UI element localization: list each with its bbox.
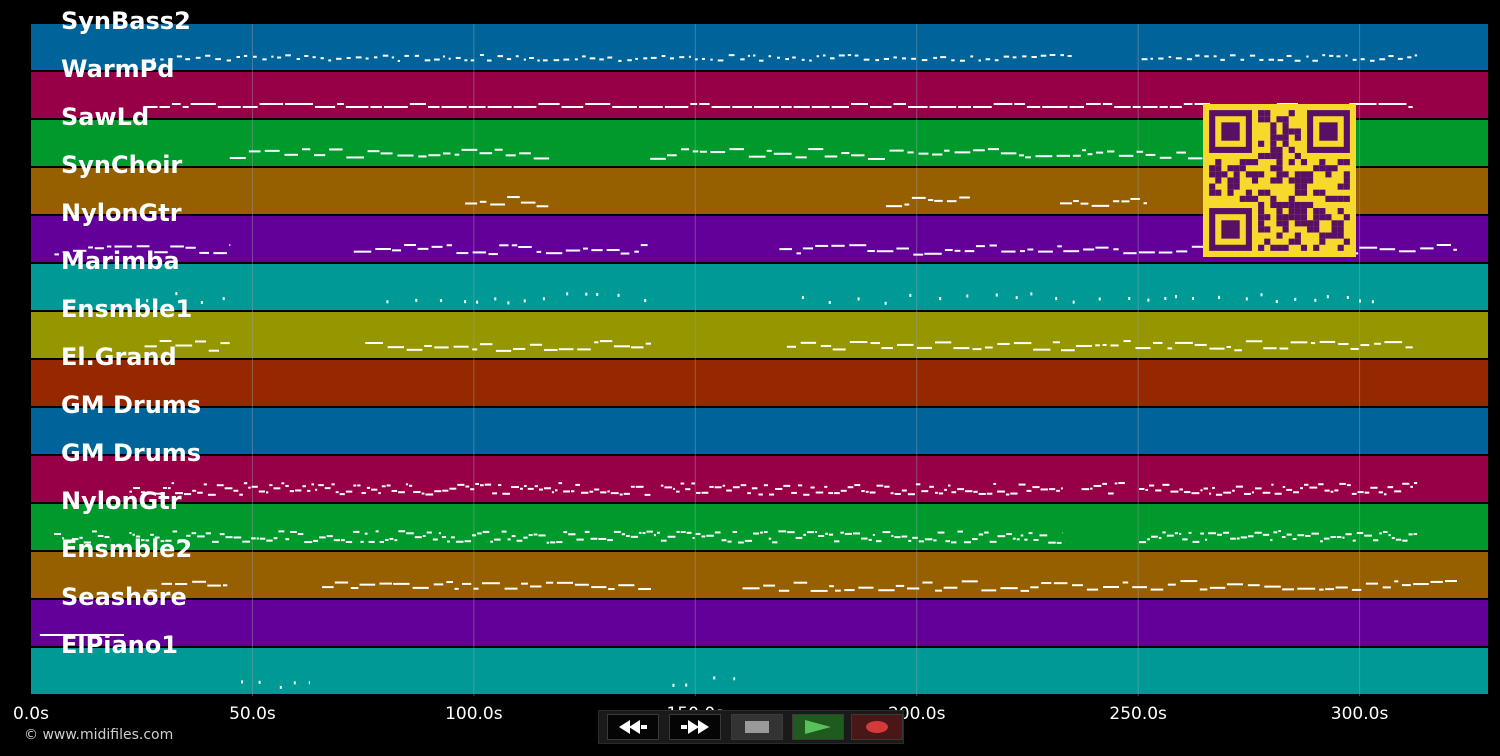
time-axis-label: 300.0s xyxy=(1330,704,1389,724)
transport-controls xyxy=(598,710,904,744)
rewind-button[interactable] xyxy=(607,714,659,740)
track-label: WarmPd xyxy=(61,55,175,83)
track-label: GM Drums xyxy=(61,391,202,419)
track-row-8[interactable] xyxy=(31,360,1488,406)
track-label: El.Grand xyxy=(61,343,177,371)
time-axis-label: 250.0s xyxy=(1109,704,1167,724)
track-label: SawLd xyxy=(61,103,150,131)
time-axis-label: 50.0s xyxy=(229,704,276,724)
track-label: ElPiano1 xyxy=(61,631,178,659)
track-row-6[interactable] xyxy=(31,264,1488,310)
record-button[interactable] xyxy=(851,714,903,740)
track-label: SynBass2 xyxy=(61,7,191,35)
track-row-1[interactable] xyxy=(31,24,1488,70)
track-label: GM Drums xyxy=(61,439,202,467)
track-row-7[interactable] xyxy=(31,312,1488,358)
time-axis-label: 0.0s xyxy=(13,704,49,724)
track-row-11[interactable] xyxy=(31,504,1488,550)
track-row-9[interactable] xyxy=(31,408,1488,454)
qr-code-image xyxy=(1203,104,1356,257)
track-row-12[interactable] xyxy=(31,552,1488,598)
track-label: Ensmble1 xyxy=(61,295,193,323)
track-label: NylonGtr xyxy=(61,199,182,227)
track-label: Ensmble2 xyxy=(61,535,193,563)
play-icon xyxy=(805,720,831,734)
track-label: NylonGtr xyxy=(61,487,182,515)
fast-forward-button[interactable] xyxy=(669,714,721,740)
stop-icon xyxy=(745,721,769,733)
track-row-13[interactable] xyxy=(31,600,1488,646)
time-axis-label: 100.0s xyxy=(445,704,503,724)
copyright-text: © www.midifiles.com xyxy=(24,727,174,743)
track-row-14[interactable] xyxy=(31,648,1488,694)
fast-forward-icon xyxy=(681,720,709,734)
play-button[interactable] xyxy=(792,714,844,740)
track-label: SynChoir xyxy=(61,151,183,179)
track-label: Marimba xyxy=(61,247,180,275)
track-label: Seashore xyxy=(61,583,187,611)
rewind-icon xyxy=(619,720,647,734)
stop-button[interactable] xyxy=(731,714,783,740)
record-icon xyxy=(866,721,888,733)
